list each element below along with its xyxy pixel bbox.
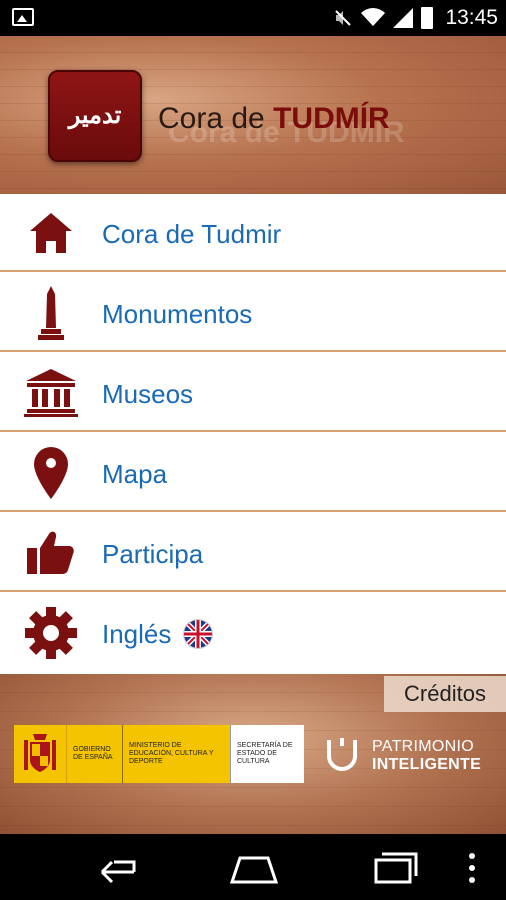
secretariat-text: SECRETARÍA DE ESTADO DE CULTURA [230, 725, 304, 783]
gallery-notification-icon [12, 8, 34, 26]
map-pin-icon [24, 447, 78, 499]
coat-of-arms-icon [14, 725, 66, 783]
wifi-icon [361, 8, 386, 26]
menu-item-label: Participa [102, 539, 204, 569]
ministry-text: MINISTERIO DE EDUCACIÓN, CULTURA Y DEPOR… [122, 725, 230, 783]
gear-icon [24, 607, 78, 659]
menu-item-label: Inglés [102, 619, 214, 650]
home-nav-icon[interactable] [224, 848, 284, 888]
menu-item-label: Monumentos [102, 299, 253, 329]
signal-icon [393, 8, 414, 28]
menu-item-label: Museos [102, 379, 194, 409]
mute-icon [335, 10, 352, 26]
government-logo: GOBIERNO DE ESPAÑA MINISTERIO DE EDUCACI… [14, 725, 304, 783]
credits-button[interactable]: Créditos [384, 676, 506, 712]
brand-line-1: PATRIMONIO [372, 738, 474, 755]
home-icon [24, 207, 78, 259]
patrimonio-logo-icon [327, 738, 357, 771]
thumbs-up-icon [24, 527, 78, 579]
menu-item-participa[interactable]: Participa [0, 514, 506, 592]
menu-item-ingles[interactable]: Inglés [0, 594, 506, 674]
museum-icon [24, 367, 78, 419]
android-nav-bar [0, 834, 506, 900]
menu-item-cora-de-tudmir[interactable]: Cora de Tudmir [0, 194, 506, 272]
menu-item-museos[interactable]: Museos [0, 354, 506, 432]
overflow-menu-icon[interactable] [452, 848, 492, 888]
app-logo: تدمير [48, 70, 142, 162]
main-menu: Cora de Tudmir Monumentos Museos Mapa Pa… [0, 194, 506, 674]
app-header: تدمير Cora de TUDMÍR Cora de TUDMÍR [0, 36, 506, 194]
menu-item-label: Mapa [102, 459, 168, 489]
battery-icon [421, 7, 434, 29]
gov-text: GOBIERNO DE ESPAÑA [66, 725, 122, 783]
status-bar: 13:45 [0, 0, 506, 36]
uk-flag-icon [183, 619, 214, 650]
menu-item-label: Cora de Tudmir [102, 219, 282, 249]
app-title: Cora de TUDMÍR [158, 102, 390, 135]
back-icon[interactable] [84, 848, 144, 888]
footer: Créditos GOBIERNO DE ESPAÑA MINISTERIO D… [0, 674, 506, 834]
recents-icon[interactable] [366, 848, 426, 888]
menu-item-mapa[interactable]: Mapa [0, 434, 506, 512]
monument-icon [24, 286, 78, 340]
brand-line-2: INTELIGENTE [372, 756, 482, 773]
logo-arabic-text: تدمير [68, 100, 122, 129]
menu-item-monumentos[interactable]: Monumentos [0, 274, 506, 352]
clock: 13:45 [445, 6, 498, 29]
